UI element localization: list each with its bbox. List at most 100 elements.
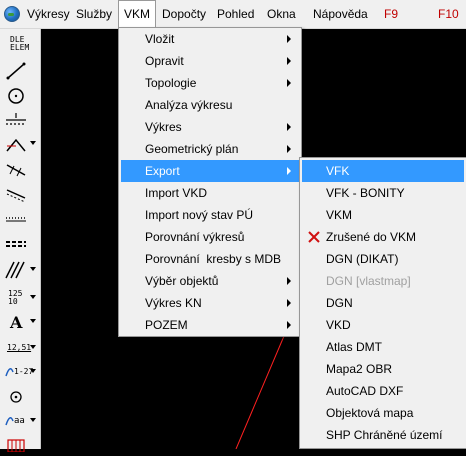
angle-icon (6, 138, 26, 152)
export-item-vkm[interactable]: VKM (302, 204, 464, 226)
export-item-label: Zrušené do VKM (326, 230, 417, 244)
export-submenu: VFK VFK - BONITY VKM Zrušené do VKM DGN … (299, 157, 466, 449)
export-item-dgn[interactable]: DGN (302, 292, 464, 314)
vkm-menu-item-label: Export (145, 164, 180, 178)
label-125: 125 10 (8, 289, 23, 306)
left-toolbar: DLE ELEM 125 10 A 12,51 1-27 aa (0, 29, 41, 452)
submenu-arrow-icon (287, 167, 291, 175)
number-dropdown-arrow[interactable] (30, 345, 36, 349)
text-aa-dropdown-arrow[interactable] (30, 418, 36, 422)
vkm-menu-item-vykres-kn[interactable]: Výkres KN (121, 292, 299, 314)
vkm-menu-item-import-novy-stav[interactable]: Import nový stav PÚ (121, 204, 299, 226)
vkm-menu-item-opravit[interactable]: Opravit (121, 50, 299, 72)
vkm-menu-item-analyza[interactable]: Analýza výkresu (121, 94, 299, 116)
hatch-tool[interactable] (4, 159, 36, 181)
vkm-menu-item-vykres[interactable]: Výkres (121, 116, 299, 138)
export-item-vfk-bonity[interactable]: VFK - BONITY (302, 182, 464, 204)
vkm-menu-item-label: Topologie (145, 76, 197, 90)
angle-dropdown-arrow[interactable] (30, 141, 36, 145)
point-number-tool[interactable]: 1-27 (4, 361, 36, 383)
label-aa: aa (14, 416, 25, 426)
vkm-menu-item-import-vkd[interactable]: Import VKD (121, 182, 299, 204)
export-item-objektova-mapa[interactable]: Objektová mapa (302, 402, 464, 424)
export-item-vkd[interactable]: VKD (302, 314, 464, 336)
vkm-menu-item-label: Výkres (145, 120, 182, 134)
menu-sluzby[interactable]: Služby (71, 0, 117, 28)
red-x-icon (308, 231, 320, 243)
point-tool[interactable] (4, 386, 36, 408)
text-aa-tool[interactable]: aa (4, 410, 36, 432)
export-item-mapa2-obr[interactable]: Mapa2 OBR (302, 358, 464, 380)
number-tool[interactable]: 12,51 (4, 337, 36, 359)
vkm-menu-item-label: Porovnání kresby s MDB (145, 252, 282, 266)
export-item-label: VKM (326, 208, 353, 222)
vkm-menu-item-label: Porovnání výkresů (145, 230, 245, 244)
export-item-label: Objektová mapa (326, 406, 414, 420)
menu-okna[interactable]: Okna (262, 0, 301, 28)
text-a-icon: A (10, 312, 23, 332)
vkm-menu: Vložit Opravit Topologie Analýza výkresu… (118, 27, 302, 337)
angle-tool[interactable] (4, 133, 36, 155)
export-item-autocad-dxf[interactable]: AutoCAD DXF (302, 380, 464, 402)
vkm-menu-item-label: Analýza výkresu (145, 98, 233, 112)
text-tool[interactable]: A (4, 311, 36, 333)
export-item-label: DGN [vlastmap] (326, 274, 411, 288)
export-item-label: AutoCAD DXF (326, 384, 404, 398)
menu-vkm[interactable]: VKM (118, 0, 156, 29)
dle-elem-label: DLE ELEM (10, 35, 30, 52)
menu-vykresy[interactable]: Výkresy (22, 0, 75, 28)
vkm-menu-item-porovnani-mdb[interactable]: Porovnání kresby s MDB (121, 248, 299, 270)
vkm-menu-item-topologie[interactable]: Topologie (121, 72, 299, 94)
hatch-pattern-icon (5, 261, 25, 279)
vkm-menu-item-vyber-objektu[interactable]: Výběr objektů (121, 270, 299, 292)
submenu-arrow-icon (287, 277, 291, 285)
export-item-dgn-dikat[interactable]: DGN (DIKAT) (302, 248, 464, 270)
label-125-tool[interactable]: 125 10 (4, 287, 36, 309)
point-number-dropdown-arrow[interactable] (30, 369, 36, 373)
globe-app-icon[interactable] (4, 6, 20, 22)
vkm-menu-item-label: Opravit (145, 54, 184, 68)
menu-f9[interactable]: F9 (379, 0, 403, 28)
menu-pohled[interactable]: Pohled (212, 0, 259, 28)
vkm-menu-item-geometricky-plan[interactable]: Geometrický plán (121, 138, 299, 160)
dimension-tool[interactable] (4, 109, 36, 131)
hatch-dropdown-arrow[interactable] (30, 267, 36, 271)
dle-elem-tool[interactable]: DLE ELEM (4, 33, 36, 55)
text-dropdown-arrow[interactable] (30, 319, 36, 323)
vkm-menu-item-label: Geometrický plán (145, 142, 239, 156)
offset-icon (6, 189, 26, 203)
export-item-shp-chranene-uzemi[interactable]: SHP Chráněné území (302, 424, 464, 446)
hatch-pattern-tool[interactable] (4, 259, 36, 281)
export-item-label: VKD (326, 318, 351, 332)
export-item-dgn-vlastmap: DGN [vlastmap] (302, 270, 464, 292)
line-tool[interactable] (4, 60, 36, 82)
point-number-icon (5, 368, 14, 377)
menu-f10[interactable]: F10 (433, 0, 464, 28)
export-item-atlas-dmt[interactable]: Atlas DMT (302, 336, 464, 358)
export-item-label: SHP Chráněné území (326, 428, 443, 442)
label-125-dropdown-arrow[interactable] (30, 295, 36, 299)
export-item-vfk[interactable]: VFK (302, 160, 464, 182)
vkm-menu-item-label: POZEM (145, 318, 188, 332)
point-icon (10, 391, 22, 403)
export-item-zrusene-do-vkm[interactable]: Zrušené do VKM (302, 226, 464, 248)
dashed-line-tool[interactable] (4, 231, 36, 253)
vkm-menu-item-label: Výběr objektů (145, 274, 219, 288)
vkm-menu-item-export[interactable]: Export (121, 160, 299, 182)
vkm-menu-item-vlozit[interactable]: Vložit (121, 28, 299, 50)
vkm-menu-item-porovnani-vykresu[interactable]: Porovnání výkresů (121, 226, 299, 248)
submenu-arrow-icon (287, 57, 291, 65)
offset-tool[interactable] (4, 183, 36, 205)
vkm-menu-item-label: Import nový stav PÚ (145, 208, 254, 222)
grid-tool[interactable] (4, 434, 36, 456)
menu-napoveda[interactable]: Nápověda (308, 0, 373, 28)
export-item-label: DGN (326, 296, 353, 310)
circle-tool[interactable] (4, 85, 36, 107)
dotted-line-icon (6, 217, 26, 222)
export-item-label: Mapa2 OBR (326, 362, 393, 376)
menu-dopocty[interactable]: Dopočty (157, 0, 211, 28)
submenu-arrow-icon (287, 299, 291, 307)
submenu-arrow-icon (287, 35, 291, 43)
vkm-menu-item-pozem[interactable]: POZEM (121, 314, 299, 336)
dotted-line-tool[interactable] (4, 207, 36, 229)
